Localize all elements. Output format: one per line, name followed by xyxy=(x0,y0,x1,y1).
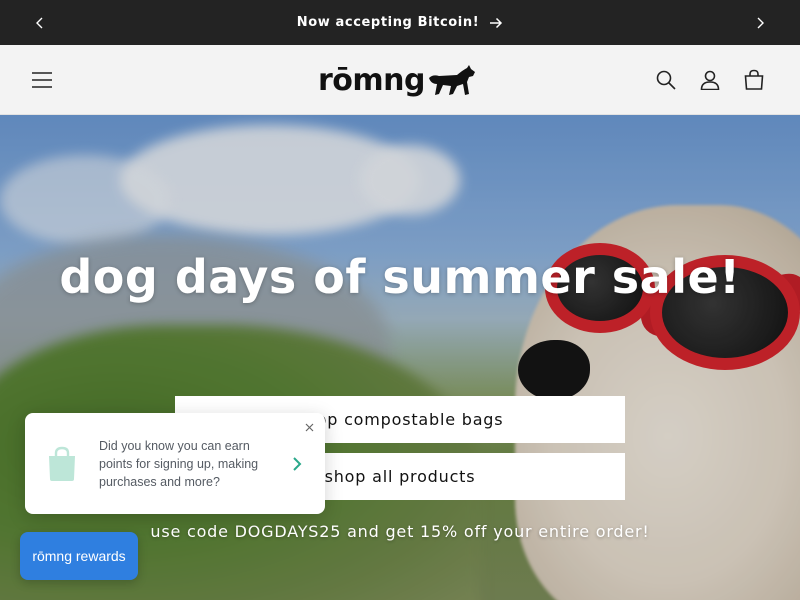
popup-action-button[interactable] xyxy=(287,453,307,475)
rewards-popup[interactable]: Did you know you can earn points for sig… xyxy=(25,413,325,514)
shopping-bag-icon xyxy=(49,446,75,481)
search-icon xyxy=(656,70,676,90)
site-logo[interactable]: rōmng xyxy=(318,59,484,103)
announcement-bar: Now accepting Bitcoin! xyxy=(0,0,800,45)
announcement-next-button[interactable] xyxy=(740,0,780,45)
rewards-launcher-button[interactable]: rōmng rewards xyxy=(20,532,138,580)
hamburger-icon xyxy=(32,72,52,88)
hero-title: dog days of summer sale! xyxy=(59,250,741,304)
dog-logo-icon xyxy=(429,65,475,95)
popup-close-button[interactable] xyxy=(301,419,317,435)
chevron-right-icon xyxy=(757,17,764,28)
announcement-text: Now accepting Bitcoin! xyxy=(296,15,480,30)
menu-button[interactable] xyxy=(26,65,58,95)
hero-banner: dog days of summer sale! shop compostabl… xyxy=(0,115,800,600)
account-icon xyxy=(700,70,720,90)
cart-button[interactable] xyxy=(738,63,770,97)
announcement-link[interactable]: Now accepting Bitcoin! xyxy=(297,15,503,30)
shop-compostable-bags-label: shop compostable bags xyxy=(296,410,504,429)
rewards-launcher-label: rōmng rewards xyxy=(32,548,126,564)
shop-all-products-label: shop all products xyxy=(324,467,476,486)
site-header: rōmng xyxy=(0,45,800,115)
chevron-right-icon xyxy=(293,457,302,471)
arrow-right-icon xyxy=(490,17,503,28)
logo-wordmark: rōmng xyxy=(318,63,426,98)
search-button[interactable] xyxy=(650,63,682,97)
header-icons xyxy=(650,63,770,97)
popup-message: Did you know you can earn points for sig… xyxy=(99,439,259,489)
close-icon xyxy=(305,423,313,431)
chevron-left-icon xyxy=(36,17,43,28)
announcement-prev-button[interactable] xyxy=(20,0,60,45)
account-button[interactable] xyxy=(694,63,726,97)
cart-icon xyxy=(744,69,764,90)
